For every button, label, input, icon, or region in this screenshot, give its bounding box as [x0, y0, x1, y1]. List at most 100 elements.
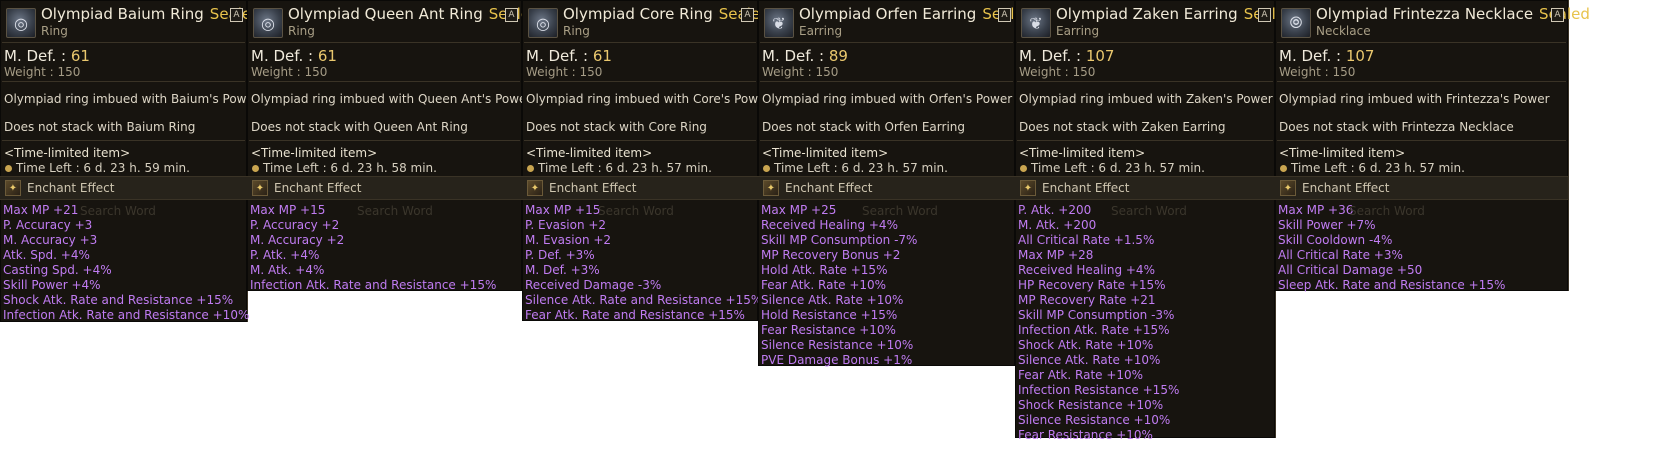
mdef-line: M. Def. : 107 — [1275, 43, 1568, 65]
item-description: Olympiad ring imbued with Frintezza's Po… — [1279, 92, 1550, 106]
mdef-label: M. Def. : — [1279, 47, 1346, 65]
item-name-text: Olympiad Queen Ant Ring — [288, 5, 483, 23]
time-limited-label: <Time-limited item> — [4, 146, 131, 160]
enchant-icon: ✦ — [763, 180, 779, 196]
mdef-line: M. Def. : 61 — [522, 43, 758, 65]
ring-icon: ◎ — [253, 8, 283, 38]
weight-line: Weight : 150 — [762, 65, 839, 79]
stat-line: Infection Resistance +15% — [1018, 383, 1180, 397]
stat-line: Max MP +28 — [1018, 248, 1094, 262]
stat-line: Shock Atk. Rate and Resistance +15% — [3, 293, 234, 307]
time-left: Time Left : 6 d. 23 h. 57 min. — [522, 160, 758, 176]
item-description: Olympiad ring imbued with Baium's Power — [4, 92, 259, 106]
stat-line: P. Accuracy +2 — [250, 218, 340, 232]
no-stack-note: Does not stack with Zaken Earring — [1019, 120, 1226, 134]
stat-line: Hold Atk. Rate +15% — [761, 263, 888, 277]
item-name: Olympiad Core RingSealed — [563, 5, 770, 23]
enchant-stats: Max MP +21 P. Accuracy +3 M. Accuracy +3 At… — [0, 200, 250, 325]
weight-line: Weight : 150 — [4, 65, 81, 79]
stat-line: PVE Damage Bonus +1% — [761, 353, 913, 367]
tooltip-header: ◎ Olympiad Core RingSealed A Ring — [522, 0, 770, 42]
no-stack-note: Does not stack with Queen Ant Ring — [251, 120, 468, 134]
item-tooltip: ◎ Olympiad Queen Ant RingSealed A Ring M… — [247, 0, 540, 292]
enchant-stats: Max MP +15 P. Accuracy +2 M. Accuracy +2 P.… — [247, 200, 522, 295]
clock-icon — [5, 164, 12, 172]
enchant-effect-header: ✦ Enchant Effect — [1015, 176, 1275, 200]
stat-line: P. Evasion +2 — [525, 218, 607, 232]
time-left: Time Left : 6 d. 23 h. 57 min. — [758, 160, 1015, 176]
stat-line: M. Atk. +4% — [250, 263, 325, 277]
stat-line: Fear Resistance +10% — [761, 323, 896, 337]
mdef-line: M. Def. : 89 — [758, 43, 1015, 65]
item-name: Olympiad Frintezza Necklace Sealed — [1316, 5, 1590, 23]
grade-icon: A — [1258, 8, 1271, 22]
earring-icon: ❦ — [1021, 8, 1051, 38]
time-left: Time Left : 6 d. 23 h. 59 min. — [0, 160, 247, 176]
clock-icon — [1280, 164, 1287, 172]
item-name: Olympiad Queen Ant RingSealed — [288, 5, 540, 23]
stat-line: P. Def. +3% — [525, 248, 595, 262]
item-type: Ring — [288, 24, 315, 38]
stat-line: Max MP +21 — [3, 203, 79, 217]
tooltip-header: ❦ Olympiad Zaken EarringSealed A Earring — [1015, 0, 1295, 42]
weight-line: Weight : 150 — [526, 65, 603, 79]
enchant-icon: ✦ — [1020, 180, 1036, 196]
stat-line: Received Damage -3% — [525, 278, 662, 292]
tooltip-header: ❦ Olympiad Orfen EarringSealed A Earring — [758, 0, 1033, 42]
enchant-effect-header: ✦ Enchant Effect — [247, 176, 522, 200]
item-tooltip: ◎ Olympiad Core RingSealed A Ring M. Def… — [522, 0, 770, 322]
item-type: Earring — [799, 24, 843, 38]
mdef-line: M. Def. : 107 — [1015, 43, 1275, 65]
weight-line: Weight : 150 — [1019, 65, 1096, 79]
time-left-text: Time Left : 6 d. 23 h. 57 min. — [1291, 161, 1465, 175]
stat-line: Max MP +36 — [1278, 203, 1354, 217]
time-left: Time Left : 6 d. 23 h. 57 min. — [1275, 160, 1568, 176]
stat-line: Silence Resistance +10% — [761, 338, 914, 352]
item-tooltip: ❦ Olympiad Zaken EarringSealed A Earring… — [1015, 0, 1295, 442]
enchant-stats: Max MP +15 P. Evasion +2 M. Evasion +2 P. D… — [522, 200, 762, 325]
stat-line: Infection Atk. Rate and Resistance +15% — [250, 278, 497, 292]
weight-line: Weight : 150 — [251, 65, 328, 79]
stat-line: Hold Resistance +15% — [761, 308, 898, 322]
stat-line: P. Accuracy +3 — [3, 218, 93, 232]
mdef-value: 61 — [70, 47, 90, 65]
enchant-icon: ✦ — [1280, 180, 1296, 196]
stat-line: Infection Atk. Rate and Resistance +10% — [3, 308, 250, 322]
item-type: Necklace — [1316, 24, 1371, 38]
no-stack-note: Does not stack with Baium Ring — [4, 120, 196, 134]
stat-line: Silence Atk. Rate +10% — [1018, 353, 1161, 367]
enchant-icon: ✦ — [252, 180, 268, 196]
grade-icon: A — [230, 8, 243, 22]
stat-line: All Critical Damage +50 — [1278, 263, 1423, 277]
item-name-text: Olympiad Frintezza Necklace — [1316, 5, 1534, 23]
enchant-label: Enchant Effect — [27, 181, 115, 195]
item-name-text: Olympiad Orfen Earring — [799, 5, 977, 23]
enchant-stats: Max MP +36 Skill Power +7% Skill Cooldown … — [1275, 200, 1568, 295]
item-type: Ring — [563, 24, 590, 38]
time-left-text: Time Left : 6 d. 23 h. 57 min. — [774, 161, 948, 175]
stat-line: Max MP +15 — [525, 203, 601, 217]
stat-line: Casting Spd. +4% — [3, 263, 112, 277]
enchant-icon: ✦ — [5, 180, 21, 196]
stat-line: Fear Resistance +10% — [1018, 428, 1153, 442]
tooltip-header: ⦾ Olympiad Frintezza Necklace Sealed A Ne… — [1275, 0, 1590, 42]
clock-icon — [763, 164, 770, 172]
stat-line: HP Recovery Rate +15% — [1018, 278, 1166, 292]
no-stack-note: Does not stack with Core Ring — [526, 120, 707, 134]
stat-line: Silence Atk. Rate +10% — [761, 293, 904, 307]
stat-line: Received Healing +4% — [761, 218, 898, 232]
stat-line: Shock Atk. Rate +10% — [1018, 338, 1154, 352]
enchant-effect-header: ✦ Enchant Effect — [0, 176, 247, 200]
item-description: Olympiad ring imbued with Orfen's Power — [762, 92, 1013, 106]
time-left: Time Left : 6 d. 23 h. 58 min. — [247, 160, 522, 176]
time-limited-label: <Time-limited item> — [251, 146, 378, 160]
enchant-effect-header: ✦ Enchant Effect — [758, 176, 1015, 200]
earring-icon: ❦ — [764, 8, 794, 38]
clock-icon — [1020, 164, 1027, 172]
time-left-text: Time Left : 6 d. 23 h. 57 min. — [1031, 161, 1205, 175]
stat-line: Fear Atk. Rate +10% — [1018, 368, 1144, 382]
enchant-label: Enchant Effect — [1302, 181, 1390, 195]
time-limited-label: <Time-limited item> — [526, 146, 653, 160]
stat-line: P. Atk. +4% — [250, 248, 320, 262]
no-stack-note: Does not stack with Frintezza Necklace — [1279, 120, 1514, 134]
